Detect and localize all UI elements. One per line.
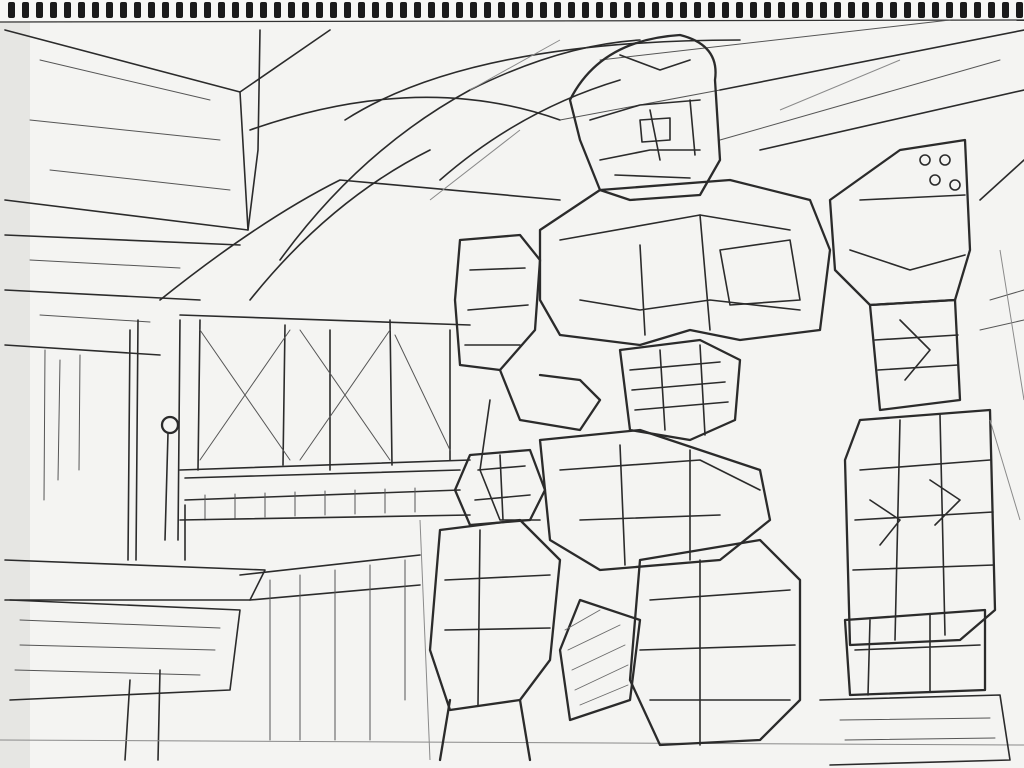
- binding-ring: [652, 2, 659, 18]
- binding-ring: [414, 2, 421, 18]
- binding-ring: [540, 2, 547, 18]
- binding-ring: [904, 2, 911, 18]
- binding-ring: [736, 2, 743, 18]
- binding-ring: [260, 2, 267, 18]
- binding-ring: [8, 2, 15, 18]
- binding-ring: [526, 2, 533, 18]
- binding-ring: [106, 2, 113, 18]
- binding-ring: [134, 2, 141, 18]
- binding-ring: [960, 2, 967, 18]
- binding-ring: [862, 2, 869, 18]
- binding-ring: [582, 2, 589, 18]
- binding-ring: [344, 2, 351, 18]
- binding-ring: [442, 2, 449, 18]
- binding-ring: [624, 2, 631, 18]
- binding-ring: [484, 2, 491, 18]
- binding-ring: [498, 2, 505, 18]
- binding-ring: [792, 2, 799, 18]
- binding-ring: [1016, 2, 1023, 18]
- binding-ring: [932, 2, 939, 18]
- binding-ring: [316, 2, 323, 18]
- binding-ring: [148, 2, 155, 18]
- binding-ring: [386, 2, 393, 18]
- binding-ring: [36, 2, 43, 18]
- binding-ring: [918, 2, 925, 18]
- sketch-paper: [0, 0, 1024, 768]
- binding-ring: [764, 2, 771, 18]
- binding-ring: [750, 2, 757, 18]
- binding-ring: [50, 2, 57, 18]
- binding-ring: [64, 2, 71, 18]
- binding-ring: [204, 2, 211, 18]
- binding-ring: [246, 2, 253, 18]
- binding-ring: [428, 2, 435, 18]
- binding-ring: [806, 2, 813, 18]
- binding-ring: [330, 2, 337, 18]
- binding-ring: [1002, 2, 1009, 18]
- pencil-sketch-canvas: [0, 0, 1024, 768]
- paper-background: [0, 0, 1024, 768]
- binding-ring: [680, 2, 687, 18]
- binding-ring: [568, 2, 575, 18]
- binding-ring: [288, 2, 295, 18]
- binding-ring: [834, 2, 841, 18]
- binding-ring: [820, 2, 827, 18]
- binding-ring: [190, 2, 197, 18]
- binding-ring: [666, 2, 673, 18]
- binding-ring: [22, 2, 29, 18]
- spiral-binding: [0, 0, 1024, 23]
- binding-ring: [708, 2, 715, 18]
- binding-ring: [946, 2, 953, 18]
- binding-ring: [78, 2, 85, 18]
- binding-ring: [120, 2, 127, 18]
- binding-ring: [876, 2, 883, 18]
- binding-ring: [176, 2, 183, 18]
- binding-ring: [218, 2, 225, 18]
- binding-ring: [694, 2, 701, 18]
- binding-ring: [988, 2, 995, 18]
- binding-ring: [92, 2, 99, 18]
- binding-ring: [722, 2, 729, 18]
- binding-ring: [890, 2, 897, 18]
- binding-ring: [638, 2, 645, 18]
- binding-ring: [512, 2, 519, 18]
- binding-ring: [848, 2, 855, 18]
- binding-ring: [554, 2, 561, 18]
- binding-ring: [358, 2, 365, 18]
- binding-ring: [274, 2, 281, 18]
- binding-ring: [470, 2, 477, 18]
- binding-ring: [596, 2, 603, 18]
- binding-ring: [610, 2, 617, 18]
- paper-left-shadow: [0, 0, 30, 768]
- binding-ring: [372, 2, 379, 18]
- binding-ring: [232, 2, 239, 18]
- binding-ring: [456, 2, 463, 18]
- binding-ring: [162, 2, 169, 18]
- binding-ring: [400, 2, 407, 18]
- binding-ring: [974, 2, 981, 18]
- binding-ring: [778, 2, 785, 18]
- binding-ring: [302, 2, 309, 18]
